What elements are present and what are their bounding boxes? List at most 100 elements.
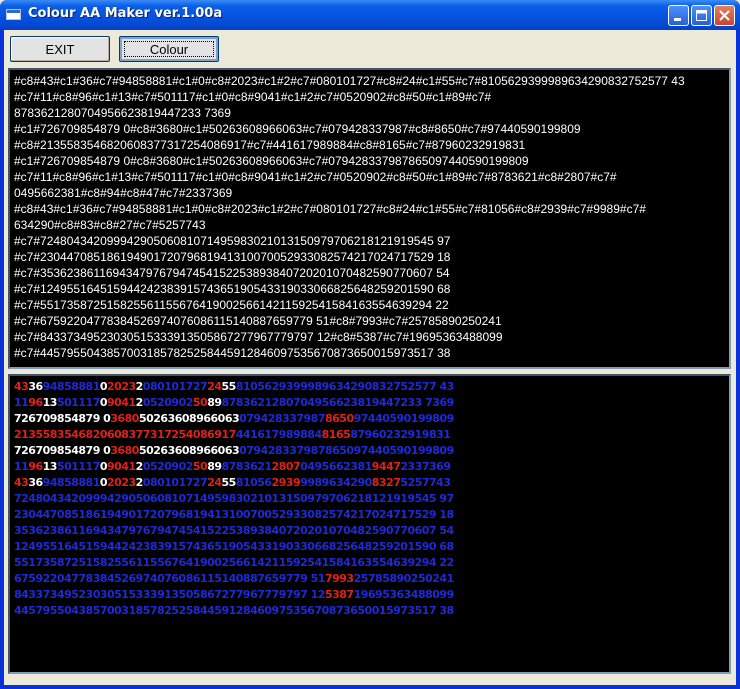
source-line: #c7#843373495230305153339135058672779677… — [14, 330, 503, 344]
aa-line: 8433734952303051533391350586727796777979… — [14, 587, 725, 603]
aa-segment: 8650 — [324, 412, 354, 425]
aa-segment: 0495662381 — [300, 460, 372, 473]
aa-segment: 3680 — [110, 444, 139, 457]
aa-line: 4336948588810202320801017272455810562939… — [14, 379, 725, 395]
aa-segment: 2337369 — [400, 460, 451, 473]
source-line: #c7#230447085186194901720796819413100700… — [14, 250, 451, 264]
aa-segment: 55 — [221, 380, 237, 393]
aa-segment: 19695363488099 — [353, 588, 455, 601]
aa-segment: 0520902 — [142, 460, 194, 473]
aa-segment: 726709854879 0 — [14, 412, 111, 425]
colour-button[interactable]: Colour — [119, 36, 219, 62]
aa-segment: 13 — [42, 396, 58, 409]
source-line: #c7#124955164515944242383915743651905433… — [14, 282, 451, 296]
aa-segment: 079428337987 — [239, 412, 325, 425]
aa-segment: 2 — [135, 460, 144, 473]
source-line: #c1#726709854879 0#c8#3680#c1#5026360896… — [14, 154, 529, 168]
aa-segment: 8783621280704956623819447233 7369 — [221, 396, 455, 409]
maximize-icon — [696, 10, 707, 21]
source-line: #c7#445795504385700318578252584459128460… — [14, 346, 451, 360]
aa-segment: 080101727 — [142, 380, 208, 393]
close-icon — [719, 10, 730, 21]
aa-line: 726709854879 036805026360896606307942833… — [14, 411, 725, 427]
aa-line: 3536238611694347976794745415225389384072… — [14, 523, 725, 539]
aa-segment: 50263608966063 — [138, 444, 240, 457]
aa-segment: 55 — [221, 476, 237, 489]
app-icon[interactable] — [6, 9, 21, 20]
aa-segment: 4457955043857003185782525844591284609753… — [14, 604, 454, 617]
aa-segment: 1249551645159442423839157436519054331903… — [14, 540, 454, 553]
aa-segment: 5257743 — [400, 476, 451, 489]
aa-line: 4336948588810202320801017272455810562939… — [14, 475, 725, 491]
aa-segment: 89 — [207, 460, 222, 473]
aa-line: 1249551645159442423839157436519054331903… — [14, 539, 725, 555]
aa-line: 5517358725158255611556764190025661421159… — [14, 555, 725, 571]
app-window: Colour AA Maker ver.1.00a EXIT Colour #c… — [0, 0, 740, 689]
source-line: #c7#551735872515825561155676419002566142… — [14, 298, 449, 312]
aa-segment: 3680 — [110, 412, 139, 425]
aa-segment: 8165 — [321, 428, 351, 441]
source-line: #c8#2135583546820608377317254086917#c7#4… — [14, 138, 526, 152]
aa-segment: 2 — [135, 396, 144, 409]
source-line: #c8#43#c1#36#c7#94858881#c1#0#c8#2023#c1… — [14, 74, 685, 88]
aa-segment: 3536238611694347976794745415225389384072… — [14, 524, 454, 537]
aa-line: 1196135011170904120520902508987836212807… — [14, 459, 725, 475]
client-area: EXIT Colour #c8#43#c1#36#c7#94858881#c1#… — [4, 30, 736, 685]
aa-segment: 6759220477838452697407608611514088765977… — [14, 572, 325, 585]
source-line: 8783621280704956623819447233 7369 — [14, 106, 231, 120]
aa-segment: 079428337987865097440590199809 — [239, 444, 454, 457]
aa-segment: 2304470851861949017207968194131007005293… — [14, 508, 454, 521]
aa-segment: 8105629399989634290832752577 43 — [235, 380, 454, 393]
minimize-icon — [674, 18, 681, 21]
aa-segment: 89 — [207, 396, 222, 409]
focus-rect — [124, 41, 214, 57]
colour-preview-area[interactable]: 4336948588810202320801017272455810562939… — [8, 374, 731, 674]
source-line: 634290#c8#83#c8#27#c7#5257743 — [14, 218, 206, 232]
exit-button-label: EXIT — [45, 41, 75, 57]
aa-segment: 13 — [42, 460, 58, 473]
aa-segment: 9041 — [107, 460, 136, 473]
aa-segment: 94858881 — [42, 476, 101, 489]
aa-segment: 50 — [192, 460, 208, 473]
source-line: #c7#11#c8#96#c1#13#c7#501117#c1#0#c8#904… — [14, 90, 492, 104]
aa-segment: 24 — [207, 380, 222, 393]
aa-segment: 50263608966063 — [138, 412, 240, 425]
aa-segment: 5387 — [324, 588, 354, 601]
aa-segment: 9447 — [371, 460, 401, 473]
aa-segment: 2135583546820608377317254086917 — [14, 428, 236, 441]
aa-segment: 501117 — [56, 460, 100, 473]
aa-segment: 97440590199809 — [353, 412, 455, 425]
aa-line: 4457955043857003185782525844591284609753… — [14, 603, 725, 619]
aa-segment: 0 — [99, 396, 108, 409]
aa-segment: 0 — [99, 380, 108, 393]
aa-line: 726709854879 036805026360896606307942833… — [14, 443, 725, 459]
aa-segment: 36 — [28, 380, 43, 393]
aa-segment: 87960232919831 — [350, 428, 451, 441]
source-text-area[interactable]: #c8#43#c1#36#c7#94858881#c1#0#c8#2023#c1… — [8, 68, 731, 369]
exit-button[interactable]: EXIT — [10, 36, 110, 62]
maximize-button[interactable] — [691, 5, 712, 26]
aa-segment: 2 — [135, 380, 144, 393]
aa-segment: 0520902 — [142, 396, 194, 409]
aa-segment: 9041 — [107, 396, 136, 409]
source-line: #c1#726709854879 0#c8#3680#c1#5026360896… — [14, 122, 581, 136]
minimize-button[interactable] — [668, 5, 689, 26]
aa-segment: 080101727 — [142, 476, 208, 489]
aa-segment: 94858881 — [42, 380, 101, 393]
source-line: #c8#43#c1#36#c7#94858881#c1#0#c8#2023#c1… — [14, 202, 646, 216]
source-line: #c7#724804342099942905060810714959830210… — [14, 234, 451, 248]
aa-segment: 8783621 — [221, 460, 273, 473]
close-button[interactable] — [714, 5, 735, 26]
source-line: #c7#353623861169434797679474541522538938… — [14, 266, 450, 280]
aa-segment: 36 — [28, 476, 43, 489]
aa-line: 7248043420999429050608107149598302101315… — [14, 491, 725, 507]
aa-segment: 43 — [14, 380, 29, 393]
title-bar[interactable]: Colour AA Maker ver.1.00a — [0, 0, 740, 30]
aa-segment: 2023 — [107, 476, 136, 489]
aa-segment: 501117 — [56, 396, 100, 409]
aa-line: 6759220477838452697407608611514088765977… — [14, 571, 725, 587]
aa-segment: 7993 — [324, 572, 354, 585]
aa-segment: 5517358725158255611556764190025661421159… — [14, 556, 454, 569]
aa-segment: 0 — [99, 460, 108, 473]
aa-segment: 726709854879 0 — [14, 444, 111, 457]
